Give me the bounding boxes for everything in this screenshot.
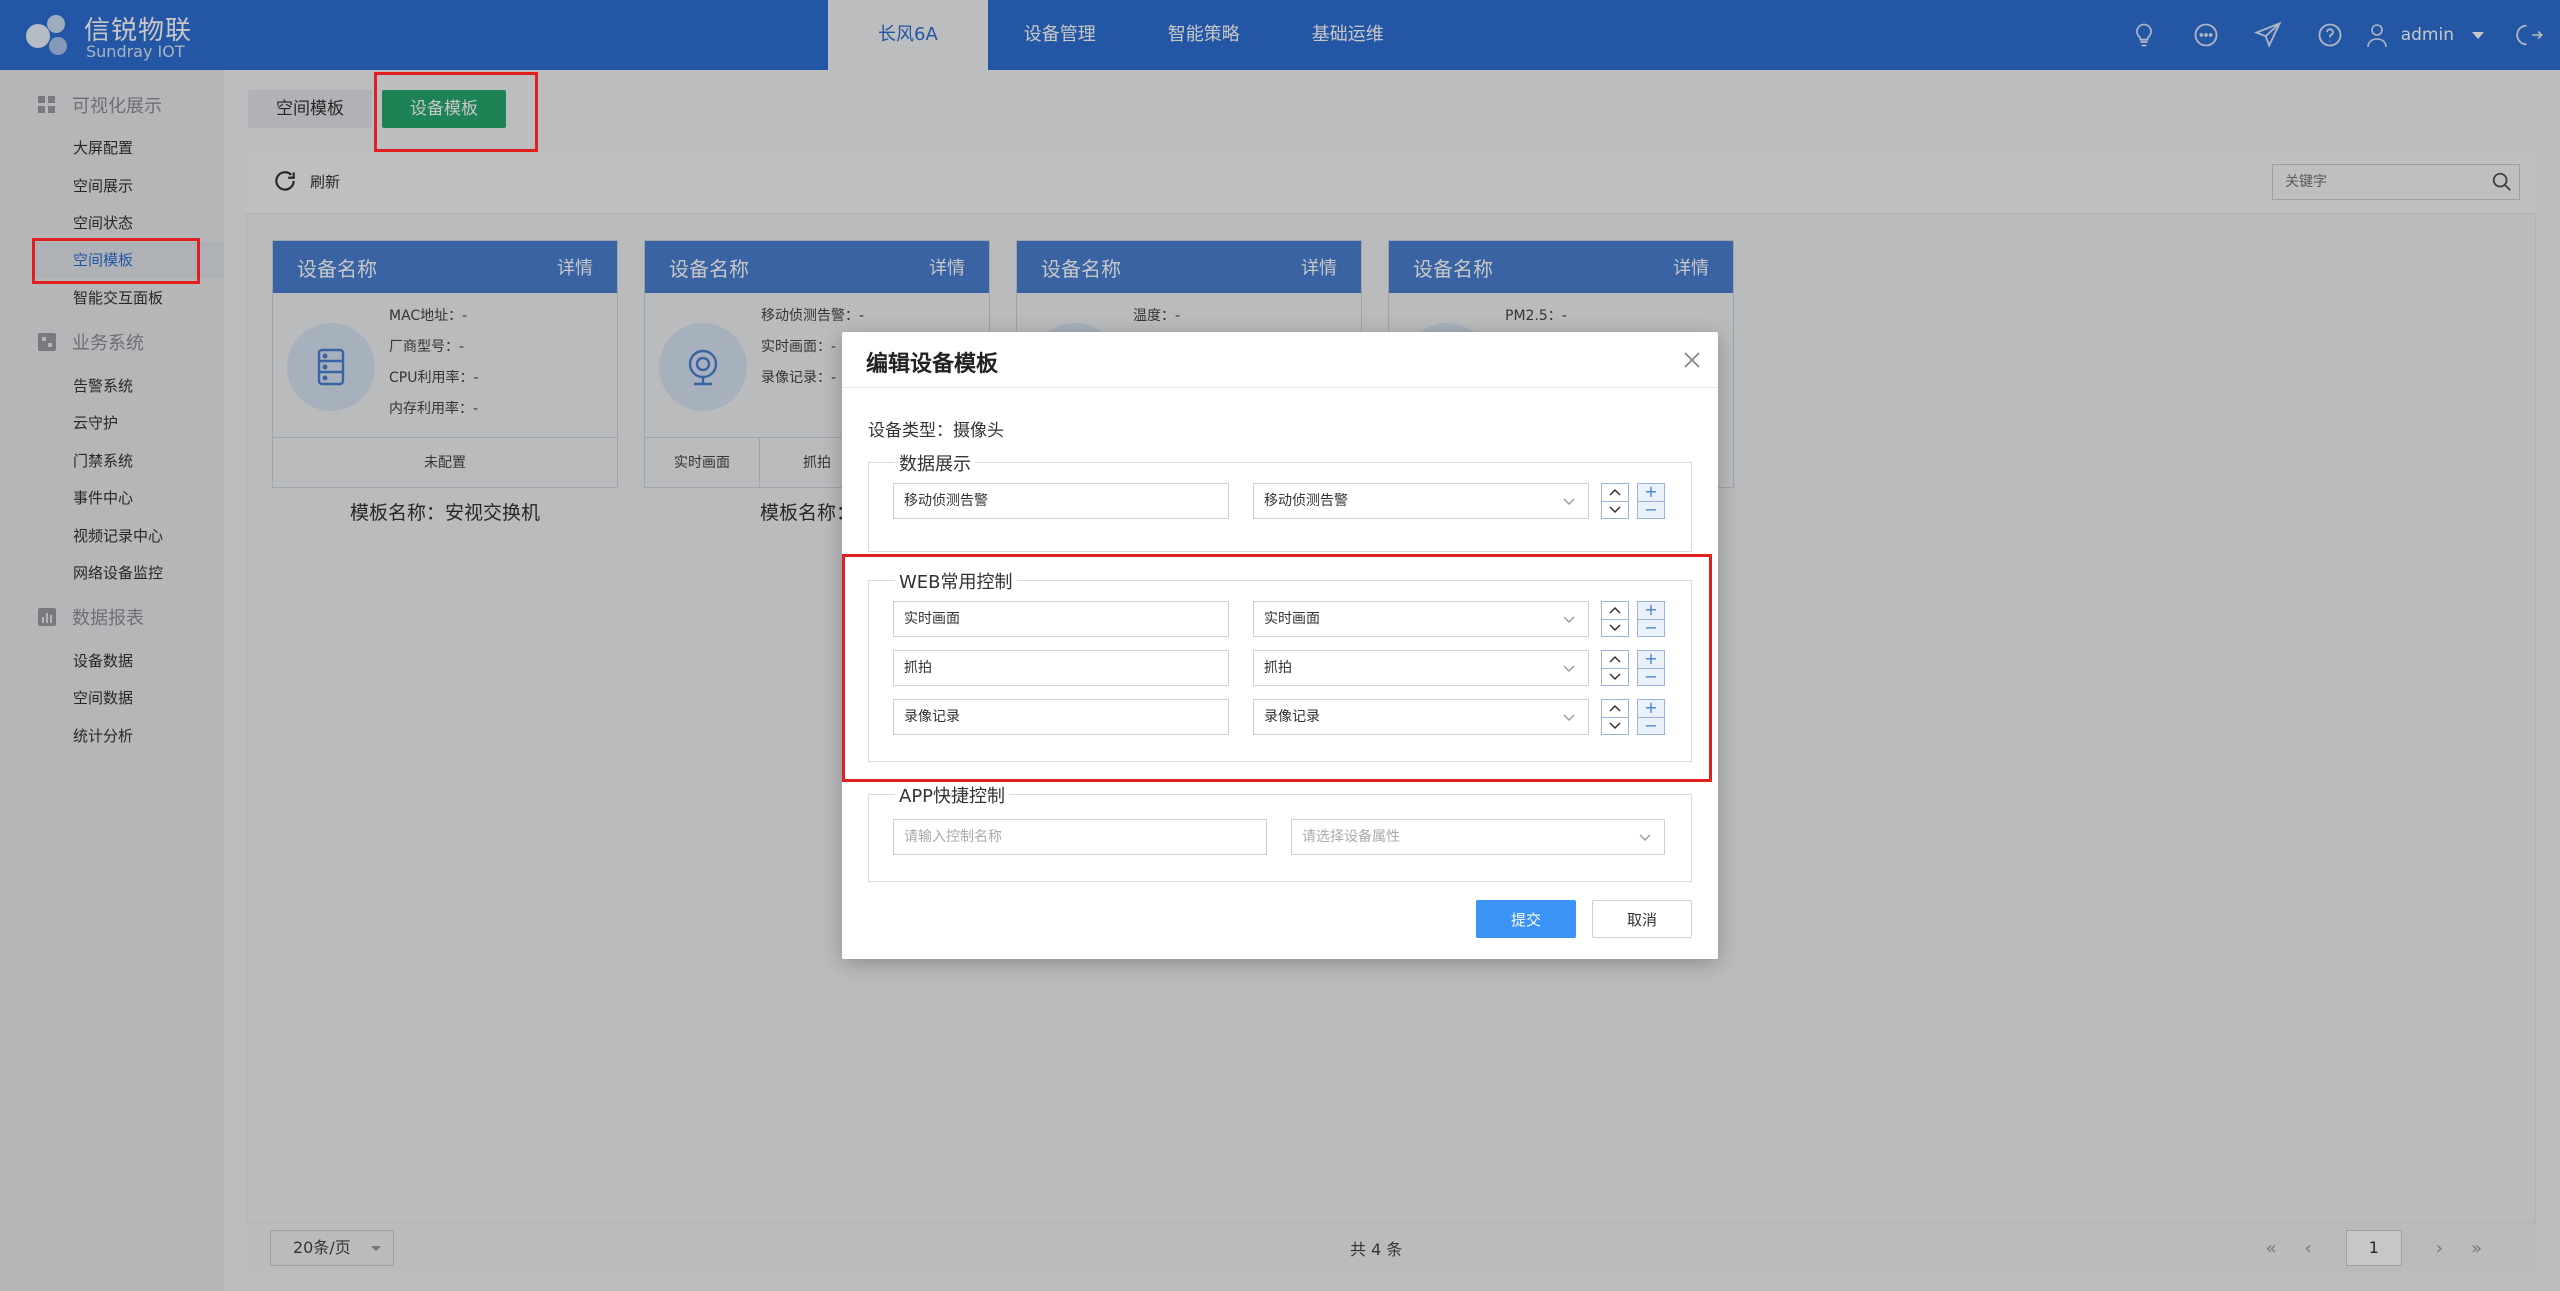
control-row: 移动侦测告警 移动侦测告警 + − — [893, 483, 1665, 519]
move-down-icon[interactable] — [1602, 669, 1628, 686]
chevron-down-icon — [1639, 834, 1651, 841]
plus-icon[interactable]: + — [1638, 602, 1664, 620]
plus-icon[interactable]: + — [1638, 484, 1664, 502]
attribute-select-value: 录像记录 — [1264, 709, 1320, 725]
section-web-control: WEB常用控制 实时画面 实时画面 + − 抓拍 抓拍 + − 录像记录 录像记… — [868, 568, 1692, 762]
section-legend: APP快捷控制 — [895, 782, 1010, 808]
chevron-down-icon — [1563, 616, 1575, 623]
modal-title: 编辑设备模板 — [866, 352, 999, 377]
move-up-icon[interactable] — [1602, 651, 1628, 669]
attribute-select[interactable]: 抓拍 — [1253, 650, 1589, 686]
order-stepper[interactable] — [1601, 483, 1629, 519]
control-row: 录像记录 录像记录 + − — [893, 699, 1665, 735]
add-remove-control[interactable]: + − — [1637, 699, 1665, 735]
attribute-select-value: 抓拍 — [1264, 660, 1292, 676]
plus-icon[interactable]: + — [1638, 700, 1664, 718]
plus-icon[interactable]: + — [1638, 651, 1664, 669]
attribute-select[interactable]: 实时画面 — [1253, 601, 1589, 637]
attribute-select[interactable]: 请选择设备属性 — [1291, 819, 1665, 855]
control-row: 请输入控制名称 请选择设备属性 — [893, 819, 1665, 855]
section-legend: 数据展示 — [895, 450, 975, 476]
section-data-display: 数据展示 移动侦测告警 移动侦测告警 + − — [868, 450, 1692, 552]
order-stepper[interactable] — [1601, 699, 1629, 735]
attribute-select[interactable]: 录像记录 — [1253, 699, 1589, 735]
add-remove-control[interactable]: + − — [1637, 483, 1665, 519]
control-name-input[interactable]: 实时画面 — [893, 601, 1229, 637]
modal-header: 编辑设备模板 — [842, 332, 1718, 388]
control-name-input[interactable]: 录像记录 — [893, 699, 1229, 735]
control-name-input[interactable]: 抓拍 — [893, 650, 1229, 686]
close-icon[interactable] — [1680, 348, 1704, 372]
move-down-icon[interactable] — [1602, 620, 1628, 637]
order-stepper[interactable] — [1601, 601, 1629, 637]
move-down-icon[interactable] — [1602, 502, 1628, 519]
add-remove-control[interactable]: + − — [1637, 650, 1665, 686]
control-name-input[interactable]: 移动侦测告警 — [893, 483, 1229, 519]
attribute-select-value: 移动侦测告警 — [1264, 493, 1348, 509]
move-up-icon[interactable] — [1602, 602, 1628, 620]
order-stepper[interactable] — [1601, 650, 1629, 686]
control-row: 实时画面 实时画面 + − — [893, 601, 1665, 637]
attribute-select[interactable]: 移动侦测告警 — [1253, 483, 1589, 519]
minus-icon[interactable]: − — [1638, 501, 1664, 519]
attribute-select-placeholder: 请选择设备属性 — [1302, 829, 1400, 845]
attribute-select-value: 实时画面 — [1264, 611, 1320, 627]
chevron-down-icon — [1563, 714, 1575, 721]
section-app-control: APP快捷控制 请输入控制名称 请选择设备属性 — [868, 782, 1692, 882]
add-remove-control[interactable]: + − — [1637, 601, 1665, 637]
move-up-icon[interactable] — [1602, 484, 1628, 502]
minus-icon[interactable]: − — [1638, 717, 1664, 735]
control-row: 抓拍 抓拍 + − — [893, 650, 1665, 686]
device-type: 设备类型：摄像头 — [868, 421, 1004, 441]
chevron-down-icon — [1563, 498, 1575, 505]
move-up-icon[interactable] — [1602, 700, 1628, 718]
submit-button[interactable]: 提交 — [1476, 900, 1576, 938]
section-legend: WEB常用控制 — [895, 568, 1017, 594]
chevron-down-icon — [1563, 665, 1575, 672]
minus-icon[interactable]: − — [1638, 619, 1664, 637]
cancel-button[interactable]: 取消 — [1592, 900, 1692, 938]
move-down-icon[interactable] — [1602, 718, 1628, 735]
edit-device-template-modal: 编辑设备模板 设备类型：摄像头 数据展示 移动侦测告警 移动侦测告警 + − W… — [842, 332, 1718, 959]
control-name-input[interactable]: 请输入控制名称 — [893, 819, 1267, 855]
minus-icon[interactable]: − — [1638, 668, 1664, 686]
